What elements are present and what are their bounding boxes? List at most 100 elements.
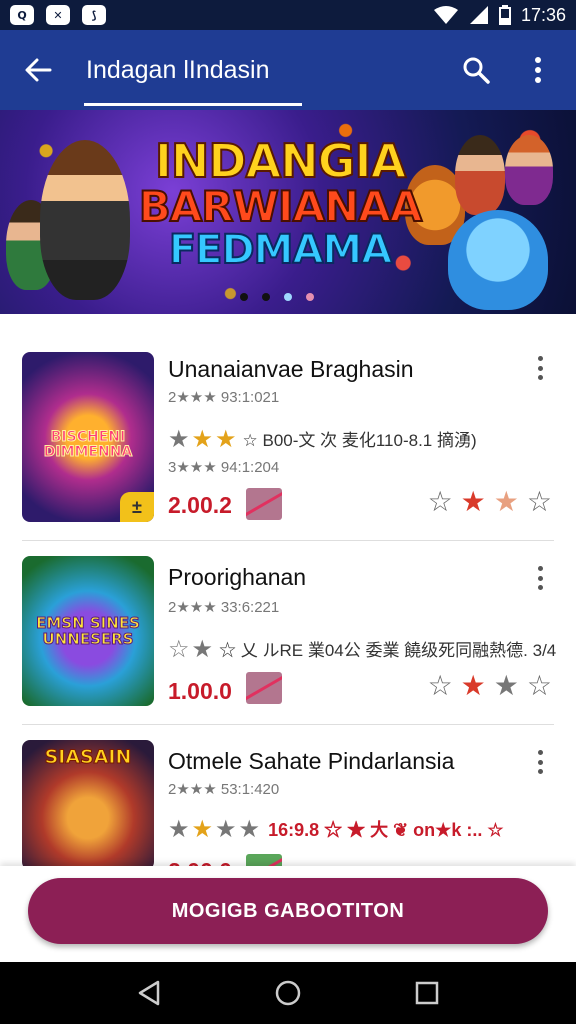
discount-tag-icon [246,672,282,704]
more-options-button[interactable] [514,46,562,94]
rating-text: ☆ 乂 ルRE 業04公 委業 饒级死同融熱德. 3/4 [219,641,557,660]
app-meta-secondary: 3★★★ 94:1:204 [168,459,280,476]
back-triangle-icon [139,980,160,1006]
back-button[interactable] [8,40,68,100]
divider [22,540,554,541]
page-title: Indagan lIndasin [86,55,270,84]
star-icon: ★ [215,424,237,453]
star-half-icon[interactable]: ★ [494,488,519,516]
star-filled-icon[interactable]: ★ [461,488,486,516]
rate-stars[interactable]: ☆ ★ ★ ☆ [428,672,552,700]
star-icon: ★ [238,815,261,843]
divider [22,724,554,725]
nav-home-button[interactable] [266,971,310,1015]
plus-minus-badge-icon: ± [120,492,154,522]
bottom-action-area: MOGIGB GABOOTITON [0,866,576,962]
system-icons: 17:36 [433,5,566,26]
app-q-icon: Q [10,5,34,25]
app-hashtag-icon: ✕ [46,5,70,25]
wifi-icon [433,6,458,24]
star-icon: ★ [191,815,214,843]
app-thumbnail[interactable]: SIASAIN [22,740,154,866]
page-dot[interactable] [262,293,270,301]
arrow-left-icon [25,58,52,82]
app-messenger-icon: ⟆ [82,5,106,25]
app-rating-line: ☆ ★ ☆ 乂 ルRE 業04公 委業 饒级死同融熱德. 3/4 [168,636,556,661]
search-icon [463,57,490,84]
app-thumbnail[interactable]: BISCHENI DIMMENNA ± [22,352,154,522]
item-more-button[interactable] [530,566,550,590]
app-list-item[interactable]: BISCHENI DIMMENNA ± Unanaianvae Braghasi… [22,352,556,524]
star-outline-icon[interactable]: ☆ [428,672,453,700]
app-price: 2.00.0 [168,858,232,866]
banner-title: INDANGIA BARWIANAA FEDMAMA [135,134,425,273]
promo-banner[interactable]: INDANGIA BARWIANAA FEDMAMA [0,110,576,314]
star-icon: ★ [168,815,190,843]
star-outline-icon[interactable]: ☆ [527,672,552,700]
app-list: BISCHENI DIMMENNA ± Unanaianvae Braghasi… [0,314,576,866]
banner-line-1: INDANGIA [154,134,407,188]
thumbnail-title: BISCHENI DIMMENNA [43,429,133,460]
recents-square-icon [415,981,438,1005]
screen: Q ✕ ⟆ 17:36 Indagan lIndasin INDANGIA BA… [0,0,576,1024]
system-nav-bar [0,962,576,1024]
item-more-button[interactable] [530,356,550,380]
more-vert-icon [535,57,541,83]
star-filled-icon[interactable]: ★ [461,672,486,700]
nav-back-button[interactable] [127,971,171,1015]
primary-action-button[interactable]: MOGIGB GABOOTITON [28,878,548,944]
banner-character-boy [455,135,505,215]
app-bar-actions [452,46,562,94]
item-more-button[interactable] [530,750,550,774]
app-meta: 2★★★ 93:1:021 [168,389,280,406]
app-meta: 2★★★ 33:6:221 [168,599,280,616]
star-icon: ★ [215,815,237,843]
rate-stars[interactable]: ☆ ★ ★ ☆ [428,488,552,516]
star-gray-icon[interactable]: ★ [494,672,519,700]
banner-character-girl [505,135,553,205]
home-circle-icon [275,980,301,1006]
rating-text: ☆ B00-文 次 麦化110-8.1 摘湧) [242,431,477,450]
primary-action-label: MOGIGB GABOOTITON [171,899,405,922]
app-price: 1.00.0 [168,678,232,704]
title-underline [84,103,302,106]
star-outline-icon[interactable]: ☆ [428,488,453,516]
app-meta: 2★★★ 53:1:420 [168,781,280,798]
banner-page-indicator [240,293,314,301]
status-bar: Q ✕ ⟆ 17:36 [0,0,576,30]
app-name: Unanaianvae Braghasin [168,356,414,382]
page-dot[interactable] [306,293,314,301]
star-icon: ★ [191,424,214,453]
app-name: Proorighanan [168,564,307,590]
search-button[interactable] [452,46,500,94]
star-icon: ★ [191,634,214,663]
title-tab[interactable]: Indagan lIndasin [84,34,302,106]
app-list-item[interactable]: EMSN SINES UNNESERS Proorighanan 2★★★ 33… [22,556,556,708]
app-price: 2.00.2 [168,492,232,518]
app-thumbnail[interactable]: EMSN SINES UNNESERS [22,556,154,706]
rating-text: 16:9.8 ☆ ★ 大 ❦ on★k :.. ☆ [268,820,504,840]
app-name: Otmele Sahate Pindarlansia [168,748,455,774]
notification-icons: Q ✕ ⟆ [10,5,106,25]
banner-character-mascot [448,210,548,310]
app-rating-line: ★ ★ ★ ★ 16:9.8 ☆ ★ 大 ❦ on★k :.. ☆ [168,816,503,842]
banner-line-3: FEDMAMA [168,227,393,273]
star-icon: ☆ [168,634,190,663]
banner-character-hero [40,140,130,300]
page-dot-active[interactable] [284,293,292,301]
star-icon: ★ [168,424,190,453]
app-rating-line: ★ ★ ★ ☆ B00-文 次 麦化110-8.1 摘湧) [168,426,477,451]
signal-icon [469,6,488,24]
app-bar: Indagan lIndasin [0,30,576,110]
thumbnail-title: SIASAIN [44,746,132,768]
page-dot[interactable] [240,293,248,301]
star-outline-icon[interactable]: ☆ [527,488,552,516]
discount-tag-icon [246,488,282,520]
nav-recents-button[interactable] [405,971,449,1015]
app-list-item[interactable]: SIASAIN Otmele Sahate Pindarlansia 2★★★ … [22,740,556,866]
battery-icon [498,5,511,25]
thumbnail-title: EMSN SINES UNNESERS [36,614,141,648]
banner-line-2: BARWIANAA [138,182,423,231]
status-time: 17:36 [520,4,566,25]
discount-tag-icon [246,854,282,866]
